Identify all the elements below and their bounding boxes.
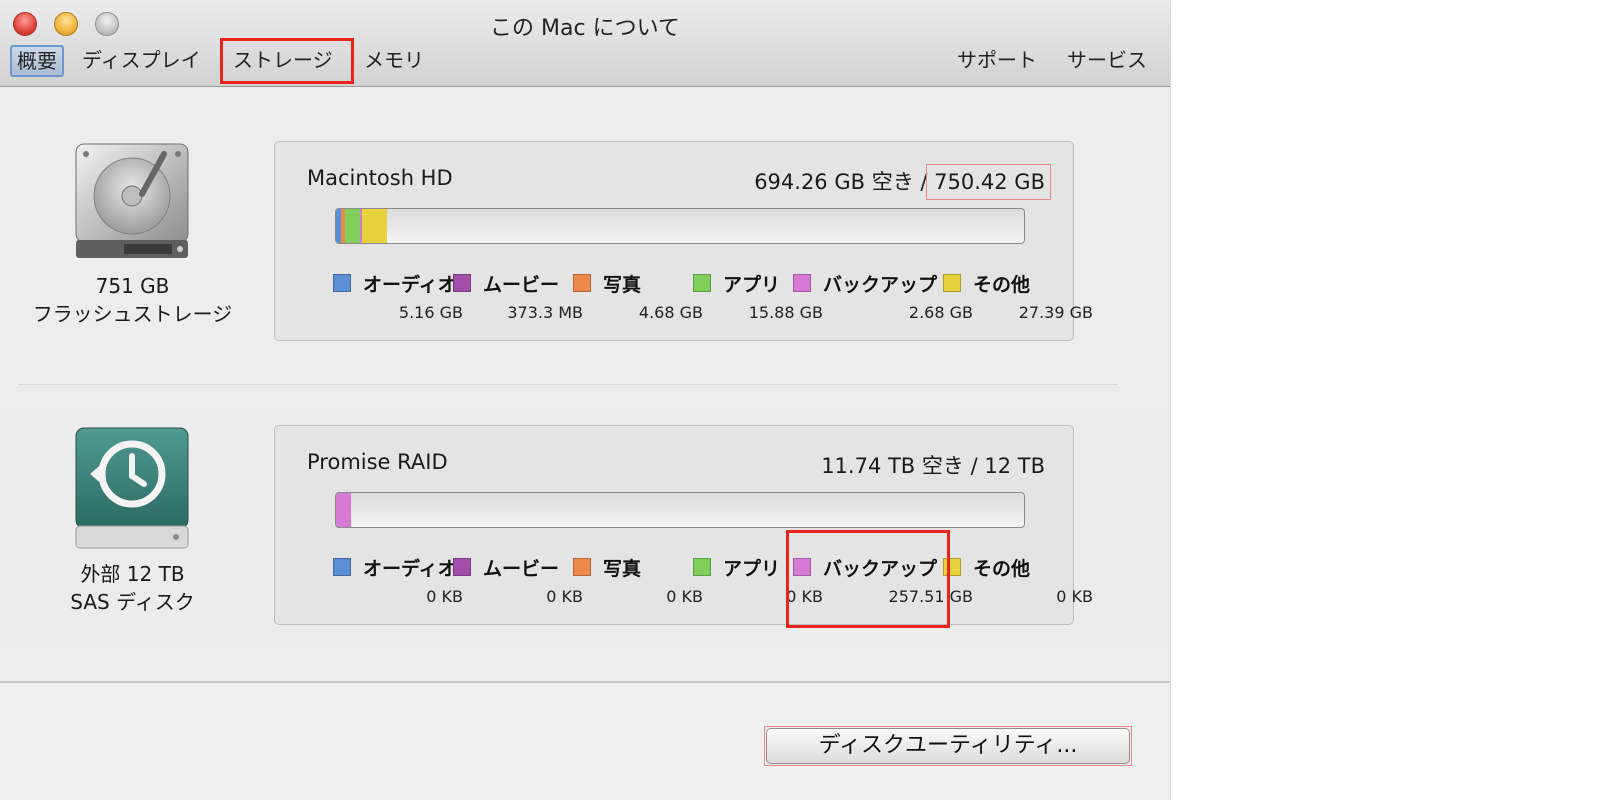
legend-swatch (793, 274, 811, 292)
tab-support[interactable]: サポート (957, 44, 1037, 76)
drive-free-space: 694.26 GB 空き (754, 170, 914, 194)
legend-value: 0 KB (666, 587, 703, 606)
legend-value: 27.39 GB (1018, 303, 1093, 322)
drive-name: Promise RAID (307, 450, 448, 474)
drive-row-promise-raid: 外部 12 TB SAS ディスク Promise RAID 11.74 TB … (0, 410, 1170, 646)
drive-capacity-label: 外部 12 TB (80, 562, 185, 586)
usage-separator: / (970, 454, 978, 478)
legend-label: バックアップ (823, 274, 938, 296)
legend-value: 373.3 MB (507, 303, 583, 322)
legend-label: ムービー (483, 274, 560, 296)
legend-swatch (693, 558, 711, 576)
legend-label: オーディオ (363, 274, 457, 296)
drive-total-capacity: 12 TB (984, 454, 1045, 478)
legend-value: 0 KB (546, 587, 583, 606)
drive-usage: 11.74 TB 空き / 12 TB (821, 450, 1045, 480)
storage-panel-promise-raid: Promise RAID 11.74 TB 空き / 12 TB オーディオ 0 … (274, 425, 1093, 625)
window-title: この Mac について (490, 16, 680, 41)
legend-swatch (333, 274, 351, 292)
legend-swatch (573, 558, 591, 576)
usage-segment-5 (362, 209, 387, 243)
tab-memory[interactable]: メモリ (364, 44, 424, 76)
legend-value: 4.68 GB (638, 303, 703, 322)
legend-swatch (453, 558, 471, 576)
usage-segment-3 (345, 209, 360, 243)
legend-label: その他 (973, 274, 1031, 296)
legend-swatch (333, 558, 351, 576)
legend-value: 5.16 GB (398, 303, 463, 322)
legend-label: 写真 (603, 558, 642, 580)
legend-swatch (943, 274, 961, 292)
drive-total-capacity: 750.42 GB (926, 164, 1051, 200)
legend-swatch (693, 274, 711, 292)
drive-type-label: フラッシュストレージ (32, 302, 233, 326)
about-this-mac-window: この Mac について 概要 ディスプレイ ストレージ メモリ サポート サービ… (0, 0, 1171, 800)
legend-swatch (453, 274, 471, 292)
drive-row-macintosh-hd: 751 GB フラッシュストレージ Macintosh HD 694.26 GB… (0, 126, 1170, 346)
legend-label: ムービー (483, 558, 560, 580)
legend-label: アプリ (723, 274, 781, 296)
legend-value: 0 KB (1056, 587, 1093, 606)
drive-type-label: SAS ディスク (70, 590, 195, 614)
window-titlebar: この Mac について 概要 ディスプレイ ストレージ メモリ サポート サービ… (0, 0, 1170, 87)
hard-drive-icon (75, 143, 189, 258)
drive-capacity-label: 751 GB (95, 274, 170, 298)
tab-overview[interactable]: 概要 (10, 45, 64, 77)
storage-panel-macintosh-hd: Macintosh HD 694.26 GB 空き / 750.42 GB オー… (274, 141, 1093, 341)
drive-usage: 694.26 GB 空き / 750.42 GB (754, 164, 1051, 200)
legend-value: 2.68 GB (908, 303, 973, 322)
tab-service[interactable]: サービス (1067, 44, 1147, 76)
legend-label: アプリ (723, 558, 781, 580)
legend-value: 15.88 GB (748, 303, 823, 322)
storage-usage-bar (335, 492, 1025, 528)
disk-utility-highlight (764, 726, 1132, 766)
drive-name: Macintosh HD (307, 166, 453, 190)
storage-legend: オーディオ 5.16 GB ムービー 373.3 MB 写真 4.68 GB アプリ 15.8… (333, 270, 1093, 330)
legend-label: その他 (973, 558, 1031, 580)
legend-label: オーディオ (363, 558, 457, 580)
drive-free-space: 11.74 TB 空き (821, 454, 964, 478)
storage-tab-highlight (220, 38, 354, 84)
drive-divider (18, 384, 1118, 385)
time-machine-drive-icon (75, 427, 189, 549)
legend-value: 0 KB (426, 587, 463, 606)
tab-displays[interactable]: ディスプレイ (82, 44, 201, 76)
legend-label: 写真 (603, 274, 642, 296)
usage-segment-4 (336, 493, 351, 527)
storage-usage-bar (335, 208, 1025, 244)
backup-highlight (786, 530, 950, 628)
legend-swatch (573, 274, 591, 292)
total-capacity-highlight (926, 164, 1051, 200)
